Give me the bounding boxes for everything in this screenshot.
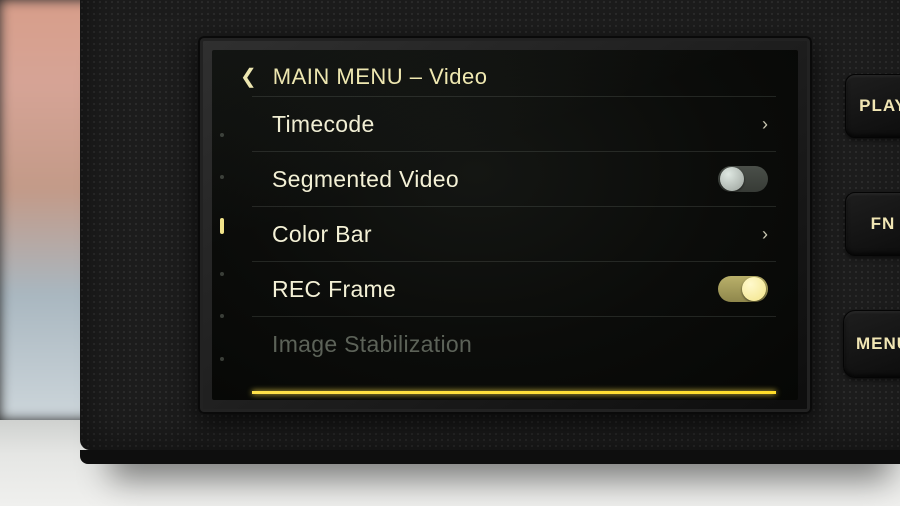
menu-item-rec-frame[interactable]: REC Frame (252, 262, 776, 316)
menu-item-segmented-video[interactable]: Segmented Video (252, 152, 776, 206)
menu-item-rec-frame-toggle[interactable] (718, 276, 768, 302)
page-dot (220, 314, 224, 318)
page-dot (220, 218, 224, 234)
menu-item-image-stabilization[interactable]: Image Stabilization (252, 317, 776, 371)
toggle-knob (720, 167, 744, 191)
page-indicator (220, 114, 230, 380)
lcd-bezel: ❮ MAIN MENU – Video Timecode › Segmented V… (198, 36, 812, 414)
fn-button[interactable]: FN (845, 192, 900, 256)
scene: ❮ MAIN MENU – Video Timecode › Segmented V… (0, 0, 900, 506)
fn-button-label: FN (871, 214, 896, 234)
page-dot (220, 272, 224, 276)
play-button-label: PLAY (859, 96, 900, 116)
chevron-right-icon: › (762, 114, 768, 135)
back-icon[interactable]: ❮ (240, 67, 257, 87)
menu-title: MAIN MENU – Video (273, 64, 488, 90)
menu-button[interactable]: MENU (843, 310, 900, 378)
menu-item-label: Image Stabilization (272, 331, 472, 358)
menu-list: Timecode › Segmented Video Color Bar › REC Fr… (252, 96, 776, 400)
page-dot (220, 175, 224, 179)
toggle-knob (742, 277, 766, 301)
menu-button-label: MENU (856, 334, 900, 354)
menu-item-label: REC Frame (272, 276, 396, 303)
page-dot (220, 133, 224, 137)
menu-item-label: Segmented Video (272, 166, 459, 193)
menu-item-segmented-video-toggle[interactable] (718, 166, 768, 192)
lcd-screen: ❮ MAIN MENU – Video Timecode › Segmented V… (212, 50, 798, 400)
play-button[interactable]: PLAY (845, 74, 900, 138)
menu-item-timecode[interactable]: Timecode › (252, 97, 776, 151)
menu-item-label: Color Bar (272, 221, 372, 248)
menu-item-label: Timecode (272, 111, 375, 138)
camera-body: ❮ MAIN MENU – Video Timecode › Segmented V… (80, 0, 900, 450)
page-dot (220, 357, 224, 361)
menu-header: ❮ MAIN MENU – Video (212, 50, 798, 100)
menu-item-color-bar[interactable]: Color Bar › (252, 207, 776, 261)
chevron-right-icon: › (762, 224, 768, 245)
accent-underline (252, 391, 776, 394)
